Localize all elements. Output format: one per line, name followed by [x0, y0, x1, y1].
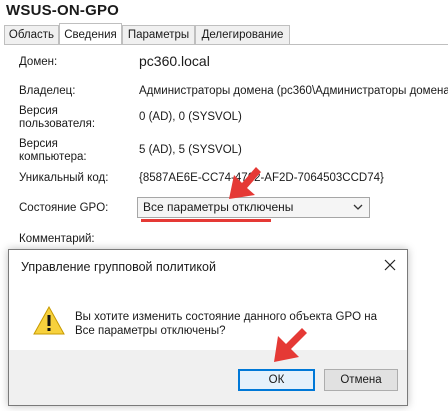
annotation-arrow-icon [229, 167, 261, 199]
dialog-message-line1: Вы хотите изменить состояние данного объ… [75, 311, 378, 323]
tab-details[interactable]: Сведения [59, 23, 122, 45]
gpo-status-selected: Все параметры отключены [143, 200, 294, 214]
user-version-label-line2: пользователя: [19, 118, 96, 130]
domain-value: pc360.local [139, 53, 210, 69]
highlight-underline [141, 219, 271, 222]
window-title: WSUS-ON-GPO [6, 2, 120, 19]
unique-id-label: Уникальный код: [19, 172, 109, 184]
tab-delegation[interactable]: Делегирование [195, 25, 290, 44]
tab-scope[interactable]: Область [4, 25, 59, 44]
close-icon[interactable] [384, 259, 396, 271]
domain-label: Домен: [19, 56, 58, 68]
chevron-down-icon [353, 204, 363, 210]
annotation-arrow-icon [274, 328, 307, 362]
tab-divider [4, 44, 448, 45]
computer-version-label-line1: Версия [19, 138, 58, 150]
confirm-dialog: Управление групповой политикой Вы хотите… [8, 249, 408, 406]
computer-version-label-line2: компьютера: [19, 151, 87, 163]
computer-version-value: 5 (AD), 5 (SYSVOL) [139, 144, 242, 156]
dialog-body: Вы хотите изменить состояние данного объ… [9, 286, 407, 350]
dialog-message: Вы хотите изменить состояние данного объ… [75, 310, 395, 338]
dialog-message-line2: Все параметры отключены? [75, 325, 226, 337]
gpo-status-label: Состояние GPO: [19, 202, 109, 214]
ok-button[interactable]: ОК [238, 369, 315, 391]
cancel-button[interactable]: Отмена [324, 369, 398, 391]
user-version-value: 0 (AD), 0 (SYSVOL) [139, 111, 242, 123]
warning-icon [33, 306, 65, 335]
tab-settings[interactable]: Параметры [122, 25, 195, 44]
dialog-title: Управление групповой политикой [21, 260, 216, 274]
dialog-footer: ОК Отмена [9, 350, 407, 405]
user-version-label-line1: Версия [19, 105, 58, 117]
owner-label: Владелец: [19, 85, 76, 97]
comment-label: Комментарий: [19, 233, 95, 245]
owner-value: Администраторы домена (pc360\Администрат… [139, 85, 448, 97]
